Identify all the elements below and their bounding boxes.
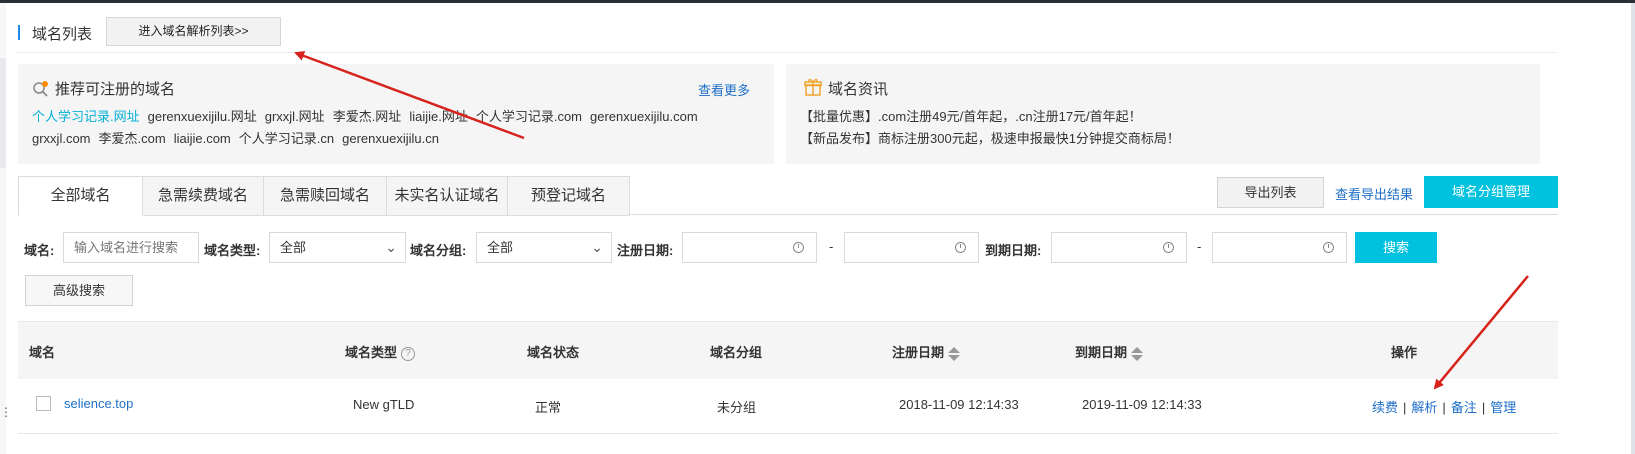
recommend-domain[interactable]: liaijie.网址 [409,109,468,124]
action-separator: | [1442,400,1446,415]
domain-filter-label: 域名: [24,243,55,258]
domain-search-input[interactable] [63,232,199,263]
recommend-domain[interactable]: 李爱杰.网址 [333,109,402,124]
chevron-down-icon: ⌄ [385,239,397,255]
recommend-domain[interactable]: 李爱杰.com [99,131,166,146]
scrollbar[interactable] [1631,3,1635,454]
title-marker [18,25,20,40]
action-separator: | [1403,400,1407,415]
row-actions: 续费 | 解析 | 备注 | 管理 [1372,397,1516,416]
table-header: 域名 域名类型? 域名状态 域名分组 注册日期 到期日期 操作 [18,321,1558,380]
reg-date-start-input[interactable] [682,232,817,263]
tab-all-domains[interactable]: 全部域名 [18,176,143,216]
news-list: 【批量优惠】.com注册49元/首年起，.cn注册17元/首年起！ 【新品发布】… [800,106,1180,150]
sort-icon[interactable] [1131,346,1144,361]
search-icon [33,81,48,97]
page-title: 域名列表 [32,26,93,43]
resolve-link[interactable]: 解析 [1411,400,1437,415]
search-button[interactable]: 搜索 [1355,232,1437,263]
news-item[interactable]: 【新品发布】商标注册300元起，极速申报最快1分钟提交商标局！ [800,128,1180,150]
recommend-domain[interactable]: 个人学习记录.cn [239,131,334,146]
col-group: 域名分组 [710,345,763,360]
table-row: selience.top New gTLD 正常 未分组 2018-11-09 … [18,379,1558,434]
exp-date-end-input[interactable] [1212,232,1347,263]
clock-icon [1163,242,1174,253]
col-type-label: 域名类型 [345,345,398,360]
tab-redeem-urgent[interactable]: 急需赎回域名 [264,176,387,216]
domain-link[interactable]: selience.top [64,396,133,411]
domain-status: 正常 [535,400,562,415]
group-manage-button[interactable]: 域名分组管理 [1424,176,1558,208]
recommend-domain[interactable]: grxxjl.网址 [265,109,325,124]
sort-icon[interactable] [948,346,961,361]
chevron-down-icon: ⌄ [591,239,603,255]
domain-group: 未分组 [717,400,757,415]
exp-date: 2019-11-09 12:14:33 [1082,397,1202,412]
recommend-domain[interactable]: gerenxuexijilu.网址 [148,109,257,124]
left-edge [0,3,6,454]
row-checkbox[interactable] [36,396,51,411]
reg-date: 2018-11-09 12:14:33 [899,397,1019,412]
col-reg-date-label: 注册日期 [892,345,945,360]
recommend-domain[interactable]: grxxjl.com [32,131,91,146]
recommend-title: 推荐可注册的域名 [55,81,176,98]
col-ops: 操作 [1391,345,1418,360]
header-divider [17,52,1557,53]
domain-tabs: 全部域名 急需续费域名 急需赎回域名 未实名认证域名 预登记域名 [18,176,630,216]
clock-icon [793,242,804,253]
tab-preregistered[interactable]: 预登记域名 [508,176,630,216]
drag-handle-icon[interactable]: ⋮ [0,406,12,418]
col-exp-date-label: 到期日期 [1075,345,1128,360]
help-icon[interactable]: ? [401,346,416,361]
advanced-search-button[interactable]: 高级搜索 [25,275,133,306]
group-select-value: 全部 [487,240,514,255]
col-status: 域名状态 [527,345,580,360]
recommend-domain[interactable]: 个人学习记录.网址 [32,109,140,124]
exp-date-start-input[interactable] [1051,232,1187,263]
domain-type: New gTLD [353,397,415,412]
col-reg-date[interactable]: 注册日期 [892,342,961,361]
tab-renewal-urgent[interactable]: 急需续费域名 [143,176,264,216]
exp-date-label: 到期日期: [985,243,1042,258]
gift-icon [804,79,822,96]
date-range-dash: - [1197,239,1202,254]
action-separator: | [1481,400,1486,415]
dns-list-button[interactable]: 进入域名解析列表>> [106,17,281,46]
news-title: 域名资讯 [828,81,889,98]
recommend-domain[interactable]: gerenxuexijilu.cn [342,131,439,146]
type-select[interactable]: 全部 ⌄ [269,232,406,263]
group-select[interactable]: 全部 ⌄ [476,232,612,263]
export-list-button[interactable]: 导出列表 [1217,177,1324,208]
renew-link[interactable]: 续费 [1372,400,1398,415]
recommend-domain[interactable]: liaijie.com [174,131,231,146]
top-bar [0,0,1635,3]
col-exp-date[interactable]: 到期日期 [1075,342,1144,361]
remark-link[interactable]: 备注 [1451,400,1477,415]
recommend-domain[interactable]: gerenxuexijilu.com [590,109,698,124]
tab-unverified[interactable]: 未实名认证域名 [387,176,508,216]
recommend-panel: 推荐可注册的域名 查看更多 个人学习记录.网址 gerenxuexijilu.网址… [18,64,774,164]
news-panel: 域名资讯 【批量优惠】.com注册49元/首年起，.cn注册17元/首年起！ 【… [786,64,1540,164]
recommend-domain-list: 个人学习记录.网址 gerenxuexijilu.网址 grxxjl.网址 李爱杰.网… [32,106,762,150]
col-type: 域名类型? [345,342,416,361]
type-select-value: 全部 [280,240,307,255]
recommend-domain[interactable]: 个人学习记录.com [476,109,582,124]
clock-icon [955,242,966,253]
news-item[interactable]: 【批量优惠】.com注册49元/首年起，.cn注册17元/首年起！ [800,106,1180,128]
type-filter-label: 域名类型: [204,243,261,258]
manage-link[interactable]: 管理 [1490,400,1516,415]
reg-date-label: 注册日期: [617,243,674,258]
reg-date-end-input[interactable] [844,232,979,263]
clock-icon [1323,242,1334,253]
left-edge-block [0,58,6,168]
date-range-dash: - [829,239,834,254]
group-filter-label: 域名分组: [410,243,467,258]
view-more-link[interactable]: 查看更多 [698,80,750,99]
view-export-results-link[interactable]: 查看导出结果 [1335,184,1413,203]
col-domain: 域名 [29,345,56,360]
